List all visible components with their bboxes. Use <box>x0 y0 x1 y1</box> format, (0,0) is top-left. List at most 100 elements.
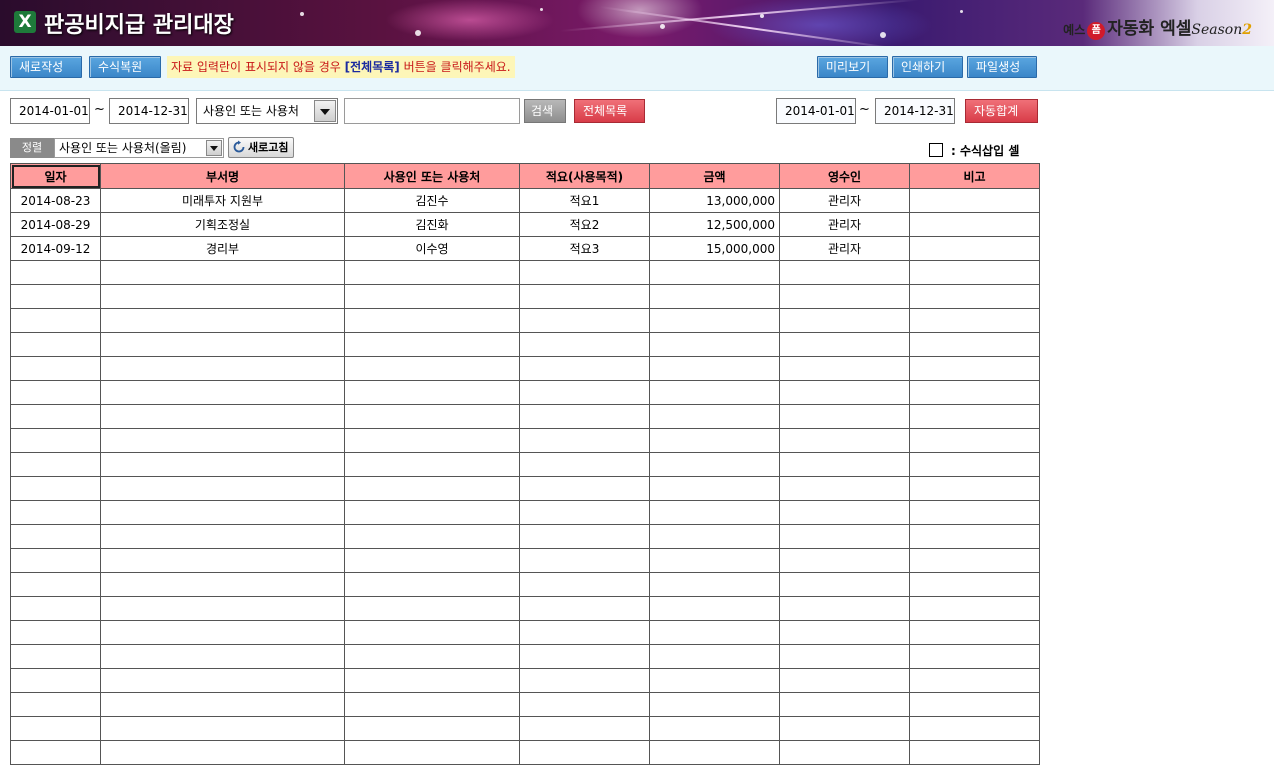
dropdown-arrow-icon[interactable] <box>206 140 222 156</box>
cell-receiver[interactable] <box>779 308 910 333</box>
cell-purpose[interactable] <box>519 716 650 741</box>
cell-department[interactable] <box>100 476 345 501</box>
restore-formula-button[interactable]: 수식복원 <box>89 56 161 78</box>
cell-payee[interactable] <box>344 500 520 525</box>
cell-amount[interactable] <box>649 716 780 741</box>
cell-date[interactable] <box>10 308 101 333</box>
refresh-button[interactable]: 새로고침 <box>228 137 295 158</box>
cell-amount[interactable] <box>649 500 780 525</box>
cell-purpose[interactable]: 적요3 <box>519 236 650 261</box>
cell-payee[interactable] <box>344 620 520 645</box>
cell-date[interactable] <box>10 452 101 477</box>
cell-amount[interactable] <box>649 476 780 501</box>
cell-department[interactable] <box>100 692 345 717</box>
cell-date[interactable] <box>10 572 101 597</box>
cell-date[interactable] <box>10 620 101 645</box>
cell-payee[interactable] <box>344 596 520 621</box>
cell-department[interactable]: 경리부 <box>100 236 345 261</box>
cell-date[interactable] <box>10 740 101 765</box>
search-field-select[interactable]: 사용인 또는 사용처 <box>196 98 338 124</box>
column-header-purpose[interactable]: 적요(사용목적) <box>519 163 650 189</box>
cell-purpose[interactable] <box>519 428 650 453</box>
cell-note[interactable] <box>909 548 1040 573</box>
cell-payee[interactable] <box>344 476 520 501</box>
sort-select[interactable]: 사용인 또는 사용처(올림) <box>54 138 224 158</box>
cell-payee[interactable] <box>344 668 520 693</box>
cell-note[interactable] <box>909 596 1040 621</box>
cell-amount[interactable] <box>649 692 780 717</box>
cell-department[interactable] <box>100 500 345 525</box>
date-to-field[interactable]: 2014-12-31 <box>109 98 189 124</box>
cell-receiver[interactable] <box>779 548 910 573</box>
cell-amount[interactable]: 12,500,000 <box>649 212 780 237</box>
cell-purpose[interactable] <box>519 644 650 669</box>
auto-sum-button[interactable]: 자동합계 <box>965 99 1038 123</box>
cell-payee[interactable] <box>344 356 520 381</box>
cell-note[interactable] <box>909 668 1040 693</box>
cell-payee[interactable] <box>344 308 520 333</box>
cell-purpose[interactable] <box>519 380 650 405</box>
cell-date[interactable] <box>10 596 101 621</box>
cell-payee[interactable] <box>344 644 520 669</box>
cell-date[interactable] <box>10 548 101 573</box>
cell-purpose[interactable] <box>519 740 650 765</box>
cell-department[interactable] <box>100 260 345 285</box>
cell-payee[interactable]: 김진수 <box>344 188 520 213</box>
cell-payee[interactable] <box>344 716 520 741</box>
cell-amount[interactable] <box>649 644 780 669</box>
cell-amount[interactable] <box>649 284 780 309</box>
cell-amount[interactable] <box>649 668 780 693</box>
cell-date[interactable] <box>10 356 101 381</box>
cell-receiver[interactable] <box>779 476 910 501</box>
cell-note[interactable] <box>909 524 1040 549</box>
cell-note[interactable] <box>909 332 1040 357</box>
cell-amount[interactable] <box>649 404 780 429</box>
cell-department[interactable] <box>100 548 345 573</box>
cell-payee[interactable] <box>344 740 520 765</box>
cell-purpose[interactable] <box>519 548 650 573</box>
cell-note[interactable] <box>909 500 1040 525</box>
cell-note[interactable] <box>909 380 1040 405</box>
cell-receiver[interactable] <box>779 716 910 741</box>
cell-department[interactable]: 미래투자 지원부 <box>100 188 345 213</box>
cell-receiver[interactable] <box>779 452 910 477</box>
cell-receiver[interactable]: 관리자 <box>779 188 910 213</box>
cell-purpose[interactable] <box>519 620 650 645</box>
cell-amount[interactable] <box>649 740 780 765</box>
cell-payee[interactable] <box>344 284 520 309</box>
cell-amount[interactable] <box>649 308 780 333</box>
cell-purpose[interactable] <box>519 476 650 501</box>
cell-date[interactable] <box>10 260 101 285</box>
cell-note[interactable] <box>909 404 1040 429</box>
cell-note[interactable] <box>909 356 1040 381</box>
cell-payee[interactable] <box>344 260 520 285</box>
cell-note[interactable] <box>909 212 1040 237</box>
cell-receiver[interactable] <box>779 284 910 309</box>
cell-date[interactable] <box>10 380 101 405</box>
cell-date[interactable]: 2014-08-23 <box>10 188 101 213</box>
cell-payee[interactable] <box>344 380 520 405</box>
cell-department[interactable]: 기획조정실 <box>100 212 345 237</box>
cell-date[interactable] <box>10 284 101 309</box>
cell-purpose[interactable] <box>519 332 650 357</box>
sum-date-from-field[interactable]: 2014-01-01 <box>776 98 856 124</box>
cell-purpose[interactable] <box>519 692 650 717</box>
dropdown-arrow-icon[interactable] <box>314 100 336 122</box>
cell-note[interactable] <box>909 236 1040 261</box>
cell-note[interactable] <box>909 692 1040 717</box>
cell-date[interactable] <box>10 476 101 501</box>
cell-payee[interactable]: 이수영 <box>344 236 520 261</box>
cell-date[interactable] <box>10 500 101 525</box>
cell-purpose[interactable] <box>519 452 650 477</box>
cell-receiver[interactable] <box>779 692 910 717</box>
cell-purpose[interactable] <box>519 356 650 381</box>
cell-date[interactable] <box>10 404 101 429</box>
cell-date[interactable]: 2014-09-12 <box>10 236 101 261</box>
column-header-payee[interactable]: 사용인 또는 사용처 <box>344 163 520 189</box>
cell-receiver[interactable] <box>779 404 910 429</box>
column-header-date[interactable]: 일자 <box>10 163 101 189</box>
cell-purpose[interactable] <box>519 596 650 621</box>
cell-note[interactable] <box>909 284 1040 309</box>
cell-payee[interactable] <box>344 548 520 573</box>
cell-note[interactable] <box>909 572 1040 597</box>
